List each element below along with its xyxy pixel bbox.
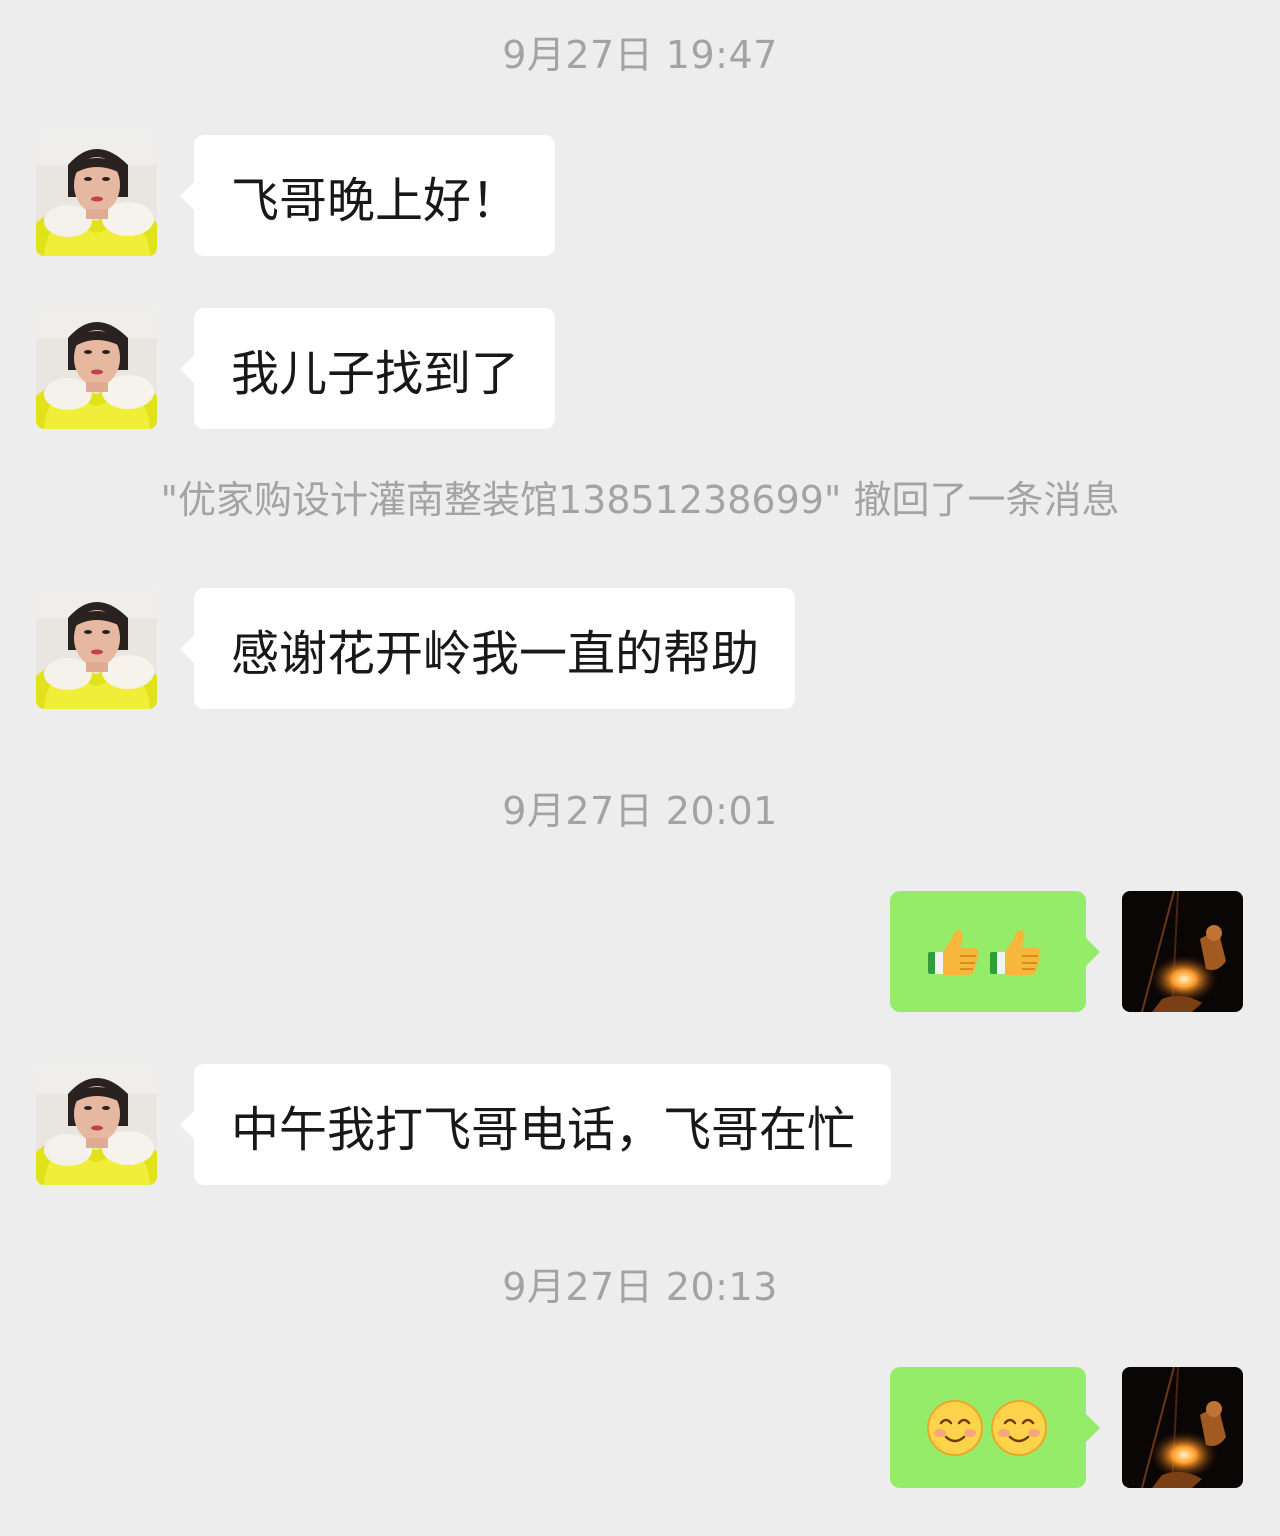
contact-avatar[interactable] <box>36 308 157 429</box>
smiling-face-icon <box>990 1399 1048 1457</box>
contact-avatar[interactable] <box>36 1064 157 1185</box>
smiling-face-icon <box>926 1399 984 1457</box>
contact-avatar[interactable] <box>36 588 157 709</box>
contact-avatar[interactable] <box>36 135 157 256</box>
message-bubble-outgoing[interactable] <box>890 1367 1100 1488</box>
message-text: 我儿子找到了 <box>231 345 520 402</box>
timestamp: 9月27日 20:13 <box>502 1265 778 1309</box>
recall-notice: "优家购设计灌南整装馆13851238699" 撤回了一条消息 <box>160 478 1120 522</box>
thumbs-up-icon <box>988 924 1044 980</box>
message-text: 飞哥晚上好！ <box>231 172 520 229</box>
my-avatar[interactable] <box>1122 1367 1243 1488</box>
message-bubble-incoming[interactable]: 感谢花开岭我一直的帮助 <box>179 588 796 709</box>
timestamp: 9月27日 19:47 <box>502 33 778 77</box>
message-bubble-incoming[interactable]: 飞哥晚上好！ <box>179 135 556 256</box>
timestamp: 9月27日 20:01 <box>502 789 778 833</box>
my-avatar[interactable] <box>1122 891 1243 1012</box>
thumbs-up-icon <box>926 924 982 980</box>
message-bubble-incoming[interactable]: 中午我打飞哥电话，飞哥在忙 <box>179 1064 892 1185</box>
message-text: 感谢花开岭我一直的帮助 <box>231 625 760 682</box>
message-bubble-outgoing[interactable] <box>890 891 1100 1012</box>
message-text: 中午我打飞哥电话，飞哥在忙 <box>231 1101 856 1158</box>
message-bubble-incoming[interactable]: 我儿子找到了 <box>179 308 556 429</box>
